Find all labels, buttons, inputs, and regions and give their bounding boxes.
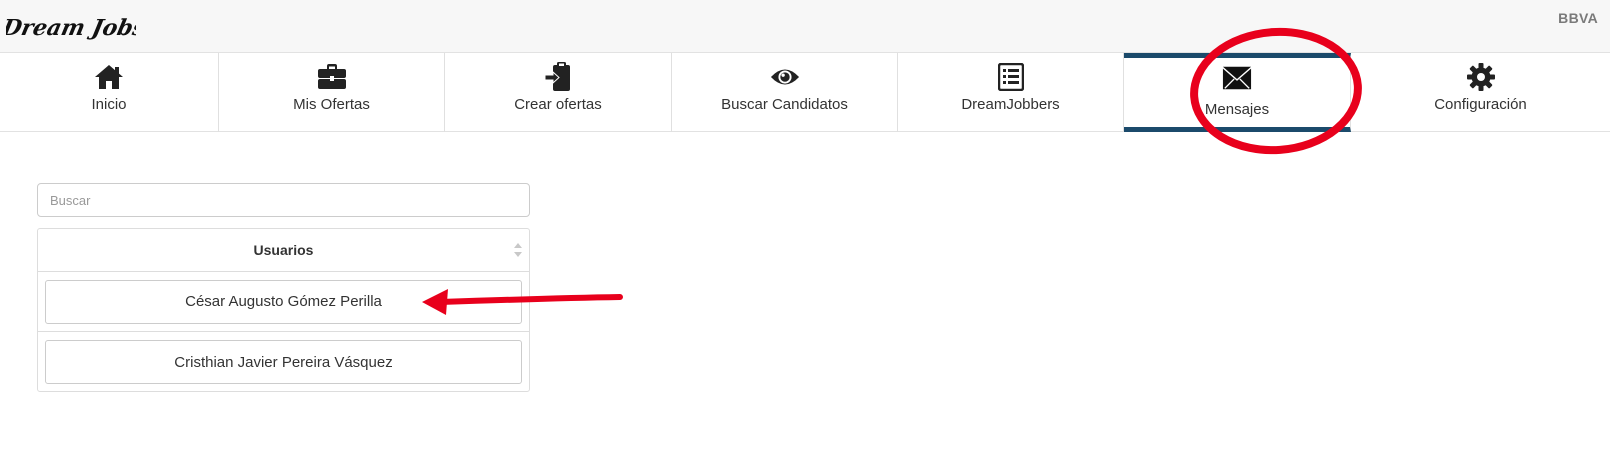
users-table: Usuarios César Augusto Gómez Perilla Cri… <box>37 228 530 392</box>
eye-icon <box>770 62 800 92</box>
clipboard-icon <box>543 62 573 92</box>
search-input[interactable] <box>37 183 530 217</box>
nav-label: Configuración <box>1434 96 1527 113</box>
nav-item-inicio[interactable]: Inicio <box>0 53 219 132</box>
main-nav: Inicio Mis Ofertas Crear ofertas Buscar … <box>0 53 1610 132</box>
table-header-label: Usuarios <box>253 242 314 258</box>
nav-item-configuracion[interactable]: Configuración <box>1351 53 1610 132</box>
user-button[interactable]: César Augusto Gómez Perilla <box>45 279 522 324</box>
nav-label: Crear ofertas <box>514 96 602 113</box>
nav-label: Inicio <box>91 96 127 113</box>
gear-icon <box>1466 62 1496 92</box>
user-button[interactable]: Cristhian Javier Pereira Vásquez <box>45 340 522 384</box>
nav-item-mis-ofertas[interactable]: Mis Ofertas <box>219 53 445 132</box>
nav-label: Mis Ofertas <box>293 96 370 113</box>
logo-text: Dream Jobs <box>6 15 136 41</box>
nav-item-crear-ofertas[interactable]: Crear ofertas <box>445 53 672 132</box>
sort-icon[interactable] <box>514 243 522 257</box>
table-row: Cristhian Javier Pereira Vásquez <box>38 332 529 392</box>
top-bar: Dream Jobs BBVA <box>0 0 1610 53</box>
nav-item-dreamjobbers[interactable]: DreamJobbers <box>898 53 1124 132</box>
list-icon <box>996 62 1026 92</box>
nav-label: DreamJobbers <box>961 96 1060 113</box>
table-row: César Augusto Gómez Perilla <box>38 272 529 332</box>
table-header[interactable]: Usuarios <box>38 229 529 272</box>
nav-item-mensajes[interactable]: Mensajes <box>1124 53 1351 132</box>
nav-item-buscar-candidatos[interactable]: Buscar Candidatos <box>672 53 898 132</box>
nav-label: Mensajes <box>1204 101 1270 118</box>
envelope-icon <box>1222 63 1252 93</box>
company-name: BBVA <box>1558 10 1598 26</box>
home-icon <box>94 62 124 92</box>
nav-label: Buscar Candidatos <box>721 96 848 113</box>
briefcase-icon <box>317 62 347 92</box>
dream-jobs-logo[interactable]: Dream Jobs <box>6 12 136 44</box>
